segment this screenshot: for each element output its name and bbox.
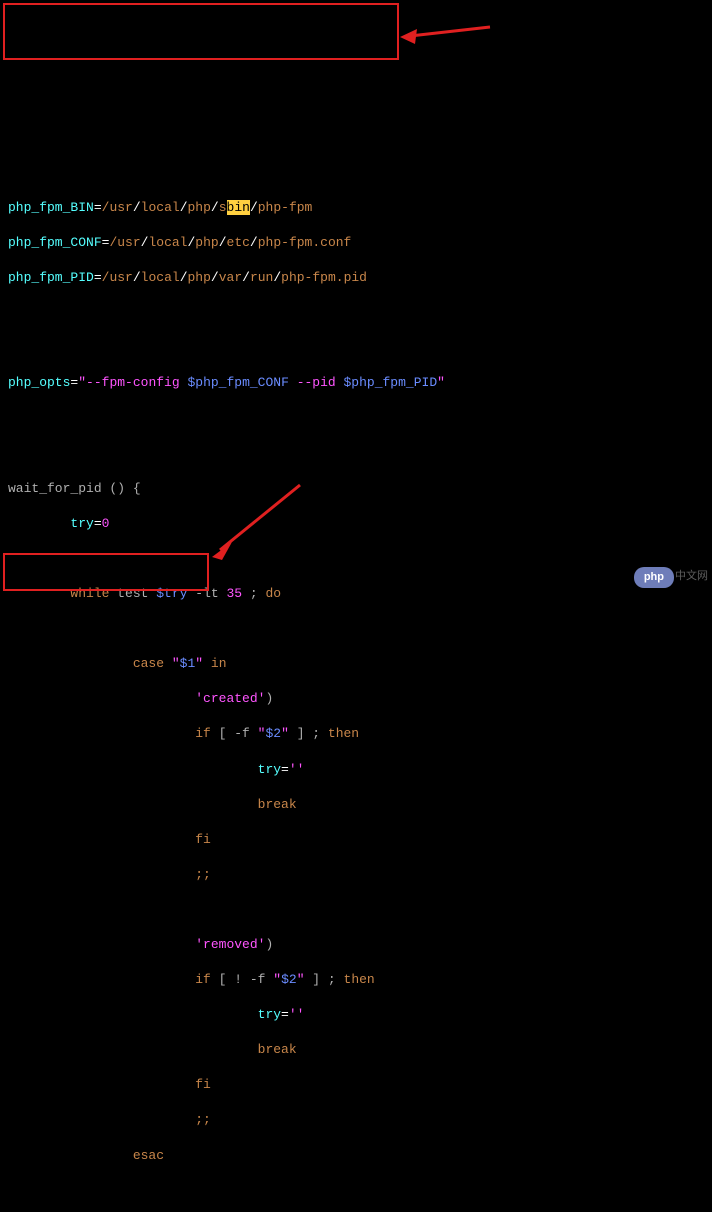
terminal-output: php_fpm_BIN=/usr/local/php/sbin/php-fpm … — [8, 199, 704, 1212]
site-watermark: 中文网 — [675, 569, 708, 584]
arrow-top-icon — [395, 24, 495, 44]
annotation-box-top — [3, 3, 399, 60]
php-watermark-icon: php — [634, 567, 674, 588]
